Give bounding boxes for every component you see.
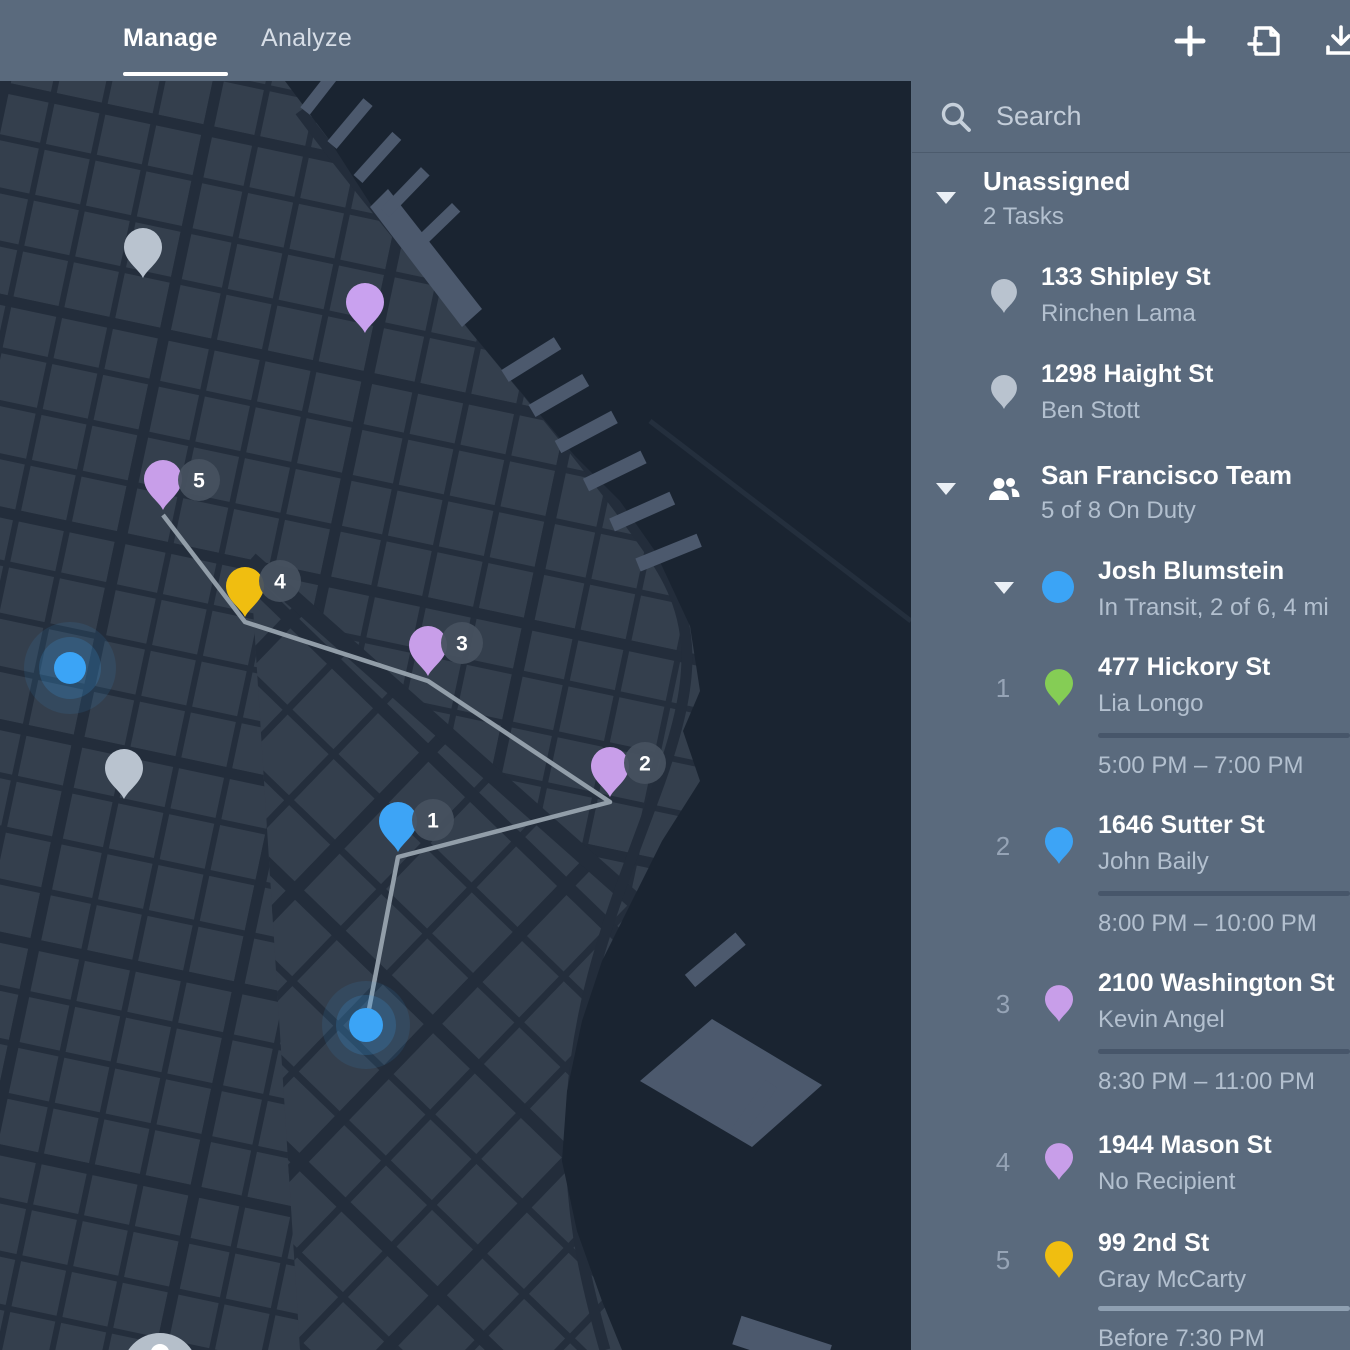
driver-dot-route[interactable] [322, 981, 410, 1069]
stop-pin-icon [1045, 985, 1073, 1022]
stop-address: 1646 Sutter St [1098, 811, 1265, 840]
stop-pin-icon [1045, 1241, 1073, 1278]
stop-pin-icon [1045, 1143, 1073, 1180]
import-icon[interactable] [1246, 22, 1284, 60]
driver-status: In Transit, 2 of 6, 4 mi [1098, 594, 1329, 622]
task-pin-icon [991, 375, 1017, 409]
stop-recipient: Gray McCarty [1098, 1266, 1246, 1294]
stop-address: 1944 Mason St [1098, 1131, 1272, 1160]
driver-dot-left[interactable] [24, 622, 116, 714]
search-icon [938, 99, 974, 135]
search-bar[interactable] [912, 81, 1350, 153]
add-icon[interactable] [1171, 22, 1209, 60]
collapse-arrow-team[interactable] [936, 483, 956, 495]
team-icon [987, 475, 1021, 505]
task-pin-icon [991, 279, 1017, 313]
map-badge-5[interactable]: 5 [178, 459, 220, 501]
top-navigation-bar: Manage Analyze [0, 0, 1350, 81]
stop-recipient: Kevin Angel [1098, 1006, 1225, 1034]
time-window-bar [1098, 891, 1350, 896]
stop-number: 3 [983, 989, 1023, 1020]
search-input[interactable] [996, 101, 1326, 132]
stop-number: 1 [983, 673, 1023, 704]
task-sidebar: Unassigned 2 Tasks 133 Shipley St Rinche… [911, 81, 1350, 1350]
svg-text:2: 2 [639, 753, 651, 776]
svg-text:3: 3 [456, 633, 468, 656]
driver-name: Josh Blumstein [1098, 557, 1284, 586]
task-recipient: Ben Stott [1041, 397, 1140, 425]
time-window-bar [1098, 1306, 1350, 1311]
group-subtitle-unassigned: 2 Tasks [983, 203, 1064, 231]
app-window: Manage Analyze [0, 0, 1350, 1350]
stop-time-window: 8:00 PM – 10:00 PM [1098, 910, 1317, 938]
stop-time-window: 8:30 PM – 11:00 PM [1098, 1068, 1315, 1096]
map-badge-3[interactable]: 3 [441, 622, 483, 664]
map-badge-4[interactable]: 4 [259, 560, 301, 602]
stop-number: 4 [983, 1147, 1023, 1178]
time-window-bar [1098, 1049, 1350, 1054]
driver-status-dot [1042, 571, 1074, 603]
stop-time-window: 5:00 PM – 7:00 PM [1098, 752, 1303, 780]
time-window-bar [1098, 733, 1350, 738]
stop-recipient: John Baily [1098, 848, 1209, 876]
stop-number: 2 [983, 831, 1023, 862]
tab-manage[interactable]: Manage [123, 24, 218, 53]
task-address: 1298 Haight St [1041, 360, 1213, 389]
stop-number: 5 [983, 1245, 1023, 1276]
map-canvas[interactable]: 1 2 3 4 5 [0, 81, 911, 1350]
stop-address: 2100 Washington St [1098, 969, 1335, 998]
map-badge-2[interactable]: 2 [624, 742, 666, 784]
group-title-unassigned[interactable]: Unassigned [983, 166, 1130, 197]
download-icon[interactable] [1322, 22, 1350, 60]
stop-address: 477 Hickory St [1098, 653, 1270, 682]
stop-pin-icon [1045, 827, 1073, 864]
group-subtitle-team: 5 of 8 On Duty [1041, 497, 1196, 525]
stop-address: 99 2nd St [1098, 1229, 1209, 1258]
svg-text:1: 1 [427, 810, 439, 833]
stop-time-window: Before 7:30 PM [1098, 1325, 1265, 1350]
group-title-team[interactable]: San Francisco Team [1041, 460, 1292, 491]
stop-recipient: No Recipient [1098, 1168, 1235, 1196]
map-badge-1[interactable]: 1 [412, 799, 454, 841]
divider [912, 152, 1350, 153]
stop-recipient: Lia Longo [1098, 690, 1203, 718]
collapse-arrow-unassigned[interactable] [936, 192, 956, 204]
active-tab-indicator [123, 72, 228, 76]
tab-analyze[interactable]: Analyze [261, 24, 352, 53]
svg-text:5: 5 [193, 470, 205, 493]
task-recipient: Rinchen Lama [1041, 300, 1196, 328]
collapse-arrow-driver[interactable] [994, 582, 1014, 594]
stop-pin-icon [1045, 669, 1073, 706]
task-address: 133 Shipley St [1041, 263, 1211, 292]
svg-text:4: 4 [274, 571, 286, 594]
